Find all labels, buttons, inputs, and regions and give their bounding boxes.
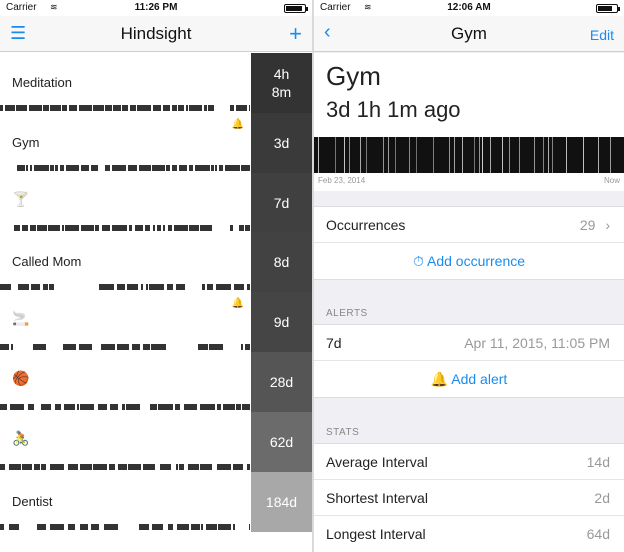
time-since-badge: 4h 8m (251, 53, 312, 113)
timeline-axis: Feb 23, 2014 Now (314, 173, 624, 191)
list-item-body: 🚬 🔔 (0, 292, 250, 345)
occurrences-row[interactable]: Occurrences 29 › (314, 207, 624, 243)
add-alert-button[interactable]: 🔔 Add alert (314, 371, 624, 388)
stat-label: Average Interval (326, 454, 428, 470)
list-item-emoji-icon: 🚴 (12, 429, 30, 446)
time-since-badge: 62d (251, 411, 312, 472)
battery-icon (596, 4, 620, 13)
status-bar: Carrier ≋ 11:26 PM (0, 0, 312, 16)
list-item-body: 🏀 (0, 351, 250, 404)
occurrences-count: 29 › (579, 217, 610, 233)
status-time: 11:26 PM (134, 2, 178, 13)
axis-start-label: Feb 23, 2014 (318, 176, 366, 185)
list-item[interactable]: Meditation 4h 8m (0, 53, 312, 113)
list-item-timeline (0, 164, 250, 171)
battery-icon (284, 4, 308, 13)
occurrences-group: Occurrences 29 › ⏱ Add occurrence (314, 206, 624, 280)
list-item-label: Dentist (12, 493, 53, 509)
list-item-timeline (0, 105, 250, 111)
time-since-badge: 8d (251, 232, 312, 293)
status-time: 12:06 AM (447, 2, 491, 13)
list-item-body: 🍸 (0, 172, 250, 225)
detail-header: Gym 3d 1h 1m ago (314, 53, 624, 137)
time-since: 3d 1h 1m ago (326, 97, 461, 122)
stat-label: Shortest Interval (326, 490, 428, 506)
stat-value: 64d (586, 526, 610, 542)
list-item[interactable]: Called Mom 8d (0, 232, 312, 293)
list-item-body: Called Mom (0, 232, 250, 285)
list-item-timeline (0, 284, 250, 291)
detail-title: Gym (326, 61, 381, 91)
list-item[interactable]: 🚴 62d (0, 411, 312, 472)
time-since-badge: 184d (251, 471, 312, 532)
alert-row[interactable]: 7d Apr 11, 2015, 11:05 PM (314, 325, 624, 361)
list-item[interactable]: 🏀 28d (0, 351, 312, 412)
time-since-badge: 3d (251, 112, 312, 173)
list-item-timeline (0, 224, 250, 231)
add-occurrence-button[interactable]: ⏱ Add occurrence (314, 253, 624, 270)
list-item-body: Dentist (0, 471, 250, 524)
bell-icon: 🔔 (231, 298, 244, 310)
list-item[interactable]: Gym 🔔 3d (0, 112, 312, 173)
stat-label: Longest Interval (326, 526, 426, 542)
alert-date: Apr 11, 2015, 11:05 PM (464, 335, 610, 351)
page-title: Hindsight (120, 24, 192, 43)
list-screen: Carrier ≋ 11:26 PM ☰ Hindsight + Meditat… (0, 0, 312, 552)
bell-icon: 🔔 (231, 118, 244, 130)
list-item-timeline (0, 523, 250, 530)
time-since-badge: 9d (251, 292, 312, 353)
bell-icon: 🔔 (430, 371, 449, 387)
list-item-label: Meditation (12, 75, 72, 90)
add-alert-row[interactable]: 🔔 Add alert (314, 361, 624, 397)
axis-end-label: Now (603, 176, 620, 185)
time-since-badge: 7d (251, 172, 312, 233)
list-item-label: Gym (12, 134, 40, 150)
occurrence-timeline (314, 137, 624, 173)
status-bar: Carrier ≋ 12:06 AM (314, 0, 624, 16)
list-item-timeline (0, 463, 250, 470)
list-item[interactable]: 🚬 🔔 9d (0, 292, 312, 353)
list-item[interactable]: Dentist 184d (0, 471, 312, 532)
add-occurrence-row[interactable]: ⏱ Add occurrence (314, 243, 624, 279)
list-item-timeline (0, 344, 250, 351)
time-since-badge: 28d (251, 351, 312, 412)
habit-list: Meditation 4h 8m Gym 🔔 3d 🍸 7d Called Mom 8d 🚬 🔔 9d… (0, 53, 312, 532)
chevron-right-icon: › (605, 217, 610, 233)
list-item-body: Gym 🔔 (0, 112, 250, 165)
nav-title: Gym (451, 24, 487, 43)
clock-icon: ⏱ (412, 253, 424, 269)
list-item-emoji-icon: 🍸 (12, 190, 30, 207)
list-item-label: Called Mom (12, 254, 82, 270)
list-item-timeline (0, 403, 250, 410)
detail-screen: Carrier ≋ 12:06 AM ‹ Gym Edit Gym 3d 1h … (314, 0, 624, 552)
stat-row: Shortest Interval 2d (314, 480, 624, 516)
alerts-section-title: ALERTS (326, 308, 368, 319)
list-item[interactable]: 🍸 7d (0, 172, 312, 233)
list-item-body: 🚴 (0, 411, 250, 464)
stats-section-title: STATS (326, 427, 360, 438)
stat-value: 2d (594, 490, 610, 506)
edit-button[interactable]: Edit (590, 27, 614, 43)
alerts-group: 7d Apr 11, 2015, 11:05 PM 🔔 Add alert (314, 324, 624, 398)
stats-group: Average Interval 14d Shortest Interval 2d Lo… (314, 443, 624, 552)
occurrences-label: Occurrences (326, 217, 406, 233)
stat-value: 14d (586, 454, 610, 470)
add-button[interactable]: + (289, 21, 302, 47)
stat-row: Average Interval 14d (314, 444, 624, 480)
nav-bar: ‹ Gym Edit (314, 16, 624, 52)
list-item-emoji-icon: 🏀 (12, 369, 30, 386)
list-item-emoji-icon: 🚬 (12, 310, 30, 327)
stat-row: Longest Interval 64d (314, 516, 624, 552)
nav-bar: ☰ Hindsight + (0, 16, 312, 52)
list-item-body: Meditation (0, 53, 250, 105)
alert-value: 7d (326, 335, 342, 351)
